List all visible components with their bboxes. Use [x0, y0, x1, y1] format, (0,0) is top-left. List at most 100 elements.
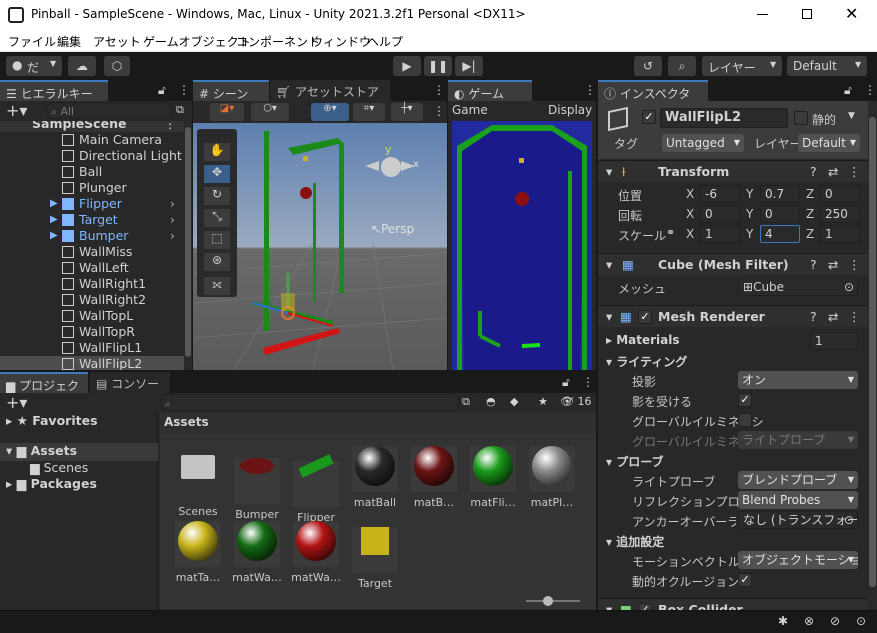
- more-icon[interactable]: ⋮: [582, 375, 594, 389]
- hierarchy-item[interactable]: WallTopL: [0, 308, 184, 324]
- layout-dropdown[interactable]: Default ▼: [787, 56, 867, 76]
- asset-item[interactable]: matFli…: [465, 443, 521, 509]
- step-button[interactable]: ▶|: [455, 56, 483, 76]
- position-z-input[interactable]: 0: [820, 185, 860, 203]
- assets-item[interactable]: ▾ ▆ Assets: [0, 443, 158, 461]
- more-icon[interactable]: ⋮: [433, 83, 445, 97]
- scale-z-input[interactable]: 1: [820, 225, 860, 243]
- mesh-renderer-enabled-checkbox[interactable]: ✓: [638, 310, 652, 324]
- position-y-input[interactable]: 0.7: [760, 185, 800, 203]
- scale-y-input[interactable]: 4: [760, 225, 800, 243]
- preset-icon[interactable]: ⇄: [828, 257, 838, 272]
- light-probes-dropdown[interactable]: ブレンドプローブ ▼: [738, 471, 858, 489]
- transform-tool-icon[interactable]: ⊛: [204, 253, 230, 271]
- scale-x-input[interactable]: 1: [700, 225, 740, 243]
- chevron-down-icon[interactable]: ▼: [848, 111, 855, 121]
- link-icon[interactable]: ⚭: [666, 226, 675, 239]
- maximize-icon[interactable]: [802, 9, 812, 19]
- layer-dropdown[interactable]: Default ▼: [798, 134, 860, 152]
- hierarchy-item[interactable]: ▶ › Target: [0, 212, 184, 228]
- layers-dropdown[interactable]: レイヤー ▼: [702, 56, 782, 76]
- menu-assets[interactable]: アセット: [93, 33, 141, 50]
- more-icon[interactable]: ⋮: [848, 309, 861, 324]
- display-dropdown[interactable]: Display: [548, 103, 592, 117]
- game-mode-dropdown[interactable]: Game: [452, 103, 488, 117]
- tab-scene[interactable]: # シーン: [193, 80, 269, 101]
- object-picker-icon[interactable]: ⊙: [844, 512, 854, 528]
- expand-arrow-icon[interactable]: ▶: [50, 196, 58, 212]
- help-icon[interactable]: ?: [810, 257, 817, 272]
- position-x-input[interactable]: -6: [700, 185, 740, 203]
- move-tool-icon[interactable]: ✥: [204, 165, 230, 183]
- scale-tool-icon[interactable]: ⤡: [204, 209, 230, 227]
- grid-snap-button[interactable]: ┼▾: [391, 103, 423, 121]
- materials-foldout[interactable]: ▸ Materials: [606, 333, 680, 347]
- materials-count-input[interactable]: 1: [810, 332, 858, 350]
- transform-header[interactable]: ▾ ⟊ Transform ? ⇄ ⋮: [598, 160, 868, 182]
- saved-search-icon[interactable]: ⧉: [462, 395, 470, 409]
- tab-console[interactable]: ▤ コンソール: [90, 372, 170, 408]
- render-mode-button[interactable]: ⬡▾: [251, 103, 289, 121]
- hierarchy-search-input[interactable]: ⌕ All: [46, 102, 172, 119]
- more-icon[interactable]: ⋮: [864, 83, 876, 97]
- cloud-button[interactable]: ☁: [68, 56, 96, 76]
- rotate-tool-icon[interactable]: ↻: [204, 187, 230, 205]
- more-icon[interactable]: ⋮: [164, 121, 177, 132]
- gi-checkbox[interactable]: [738, 413, 752, 427]
- receive-shadows-checkbox[interactable]: ✓: [738, 393, 752, 407]
- menu-gameobject[interactable]: ゲームオブジェクト: [143, 33, 251, 50]
- packages-item[interactable]: ▸ ▆ Packages: [6, 476, 97, 491]
- favorite-star-icon[interactable]: ★: [538, 395, 548, 408]
- zoom-slider-thumb[interactable]: [543, 596, 553, 606]
- active-checkbox[interactable]: ✓: [642, 110, 656, 124]
- lock-icon[interactable]: 🔓︎: [562, 375, 570, 390]
- more-icon[interactable]: ⋮: [433, 104, 445, 118]
- collab-button[interactable]: ⬡: [104, 56, 130, 76]
- breadcrumb-assets[interactable]: Assets: [164, 415, 209, 429]
- prefab-open-icon[interactable]: ›: [170, 228, 175, 244]
- asset-item[interactable]: matBall: [347, 443, 403, 509]
- orientation-gizmo-icon[interactable]: y x: [363, 143, 419, 199]
- static-checkbox[interactable]: [794, 111, 808, 125]
- more-icon[interactable]: ⋮: [178, 83, 190, 97]
- game-viewport[interactable]: [452, 121, 592, 370]
- bug-icon[interactable]: ✱: [778, 614, 788, 628]
- tab-hierarchy[interactable]: ☰ ヒエラルキー: [0, 80, 108, 101]
- play-button[interactable]: ▶: [393, 56, 421, 76]
- tab-game[interactable]: ◐ ゲーム: [448, 80, 532, 101]
- inspector-scrollbar[interactable]: [868, 101, 877, 610]
- draw-mode-button[interactable]: ◪▾: [210, 103, 244, 121]
- hierarchy-item[interactable]: WallRight1: [0, 276, 184, 292]
- tag-dropdown[interactable]: Untagged ▼: [662, 134, 744, 152]
- box-collider-header[interactable]: ▾ ■ ✓ Box Collider: [598, 598, 868, 610]
- preset-icon[interactable]: ⇄: [828, 164, 838, 179]
- hierarchy-item[interactable]: ▶ › Bumper: [0, 228, 184, 244]
- hierarchy-item[interactable]: WallFlipL1: [0, 340, 184, 356]
- help-icon[interactable]: ?: [810, 309, 817, 324]
- preset-icon[interactable]: ⇄: [828, 309, 838, 324]
- asset-item[interactable]: Scenes: [170, 443, 226, 518]
- hierarchy-item[interactable]: ▶ › Flipper: [0, 196, 184, 212]
- rotation-z-input[interactable]: 250: [820, 205, 860, 223]
- lock-icon[interactable]: 🔓︎: [158, 83, 166, 98]
- tab-asset-store[interactable]: 🛒︎ アセットストア: [270, 80, 390, 101]
- reflection-probes-dropdown[interactable]: Blend Probes ▼: [738, 491, 858, 509]
- tab-inspector[interactable]: ⓘ インスペクター: [598, 80, 708, 118]
- custom-tool-icon[interactable]: ⟗: [204, 277, 230, 295]
- minimize-icon[interactable]: [757, 14, 768, 15]
- scene-visibility-icon[interactable]: ⧉: [176, 103, 184, 117]
- hierarchy-item[interactable]: Main Camera: [0, 132, 184, 148]
- asset-item[interactable]: Flipper: [288, 443, 344, 524]
- prefab-open-icon[interactable]: ›: [170, 196, 175, 212]
- lighting-foldout[interactable]: ▾ ライティング: [606, 353, 687, 370]
- additional-settings-foldout[interactable]: ▾ 追加設定: [606, 533, 664, 550]
- asset-item[interactable]: Target: [347, 518, 403, 590]
- cast-shadows-dropdown[interactable]: オン ▼: [738, 371, 858, 389]
- hierarchy-item[interactable]: WallMiss: [0, 244, 184, 260]
- mesh-filter-header[interactable]: ▾ ▦ Cube (Mesh Filter) ? ⇄ ⋮: [598, 253, 868, 275]
- object-picker-icon[interactable]: ⊙: [844, 279, 854, 295]
- add-icon[interactable]: +▾: [6, 393, 27, 412]
- rect-tool-icon[interactable]: ⬚: [204, 231, 230, 249]
- box-collider-enabled-checkbox[interactable]: ✓: [638, 603, 652, 610]
- mesh-field[interactable]: ⊞Cube ⊙: [738, 278, 858, 296]
